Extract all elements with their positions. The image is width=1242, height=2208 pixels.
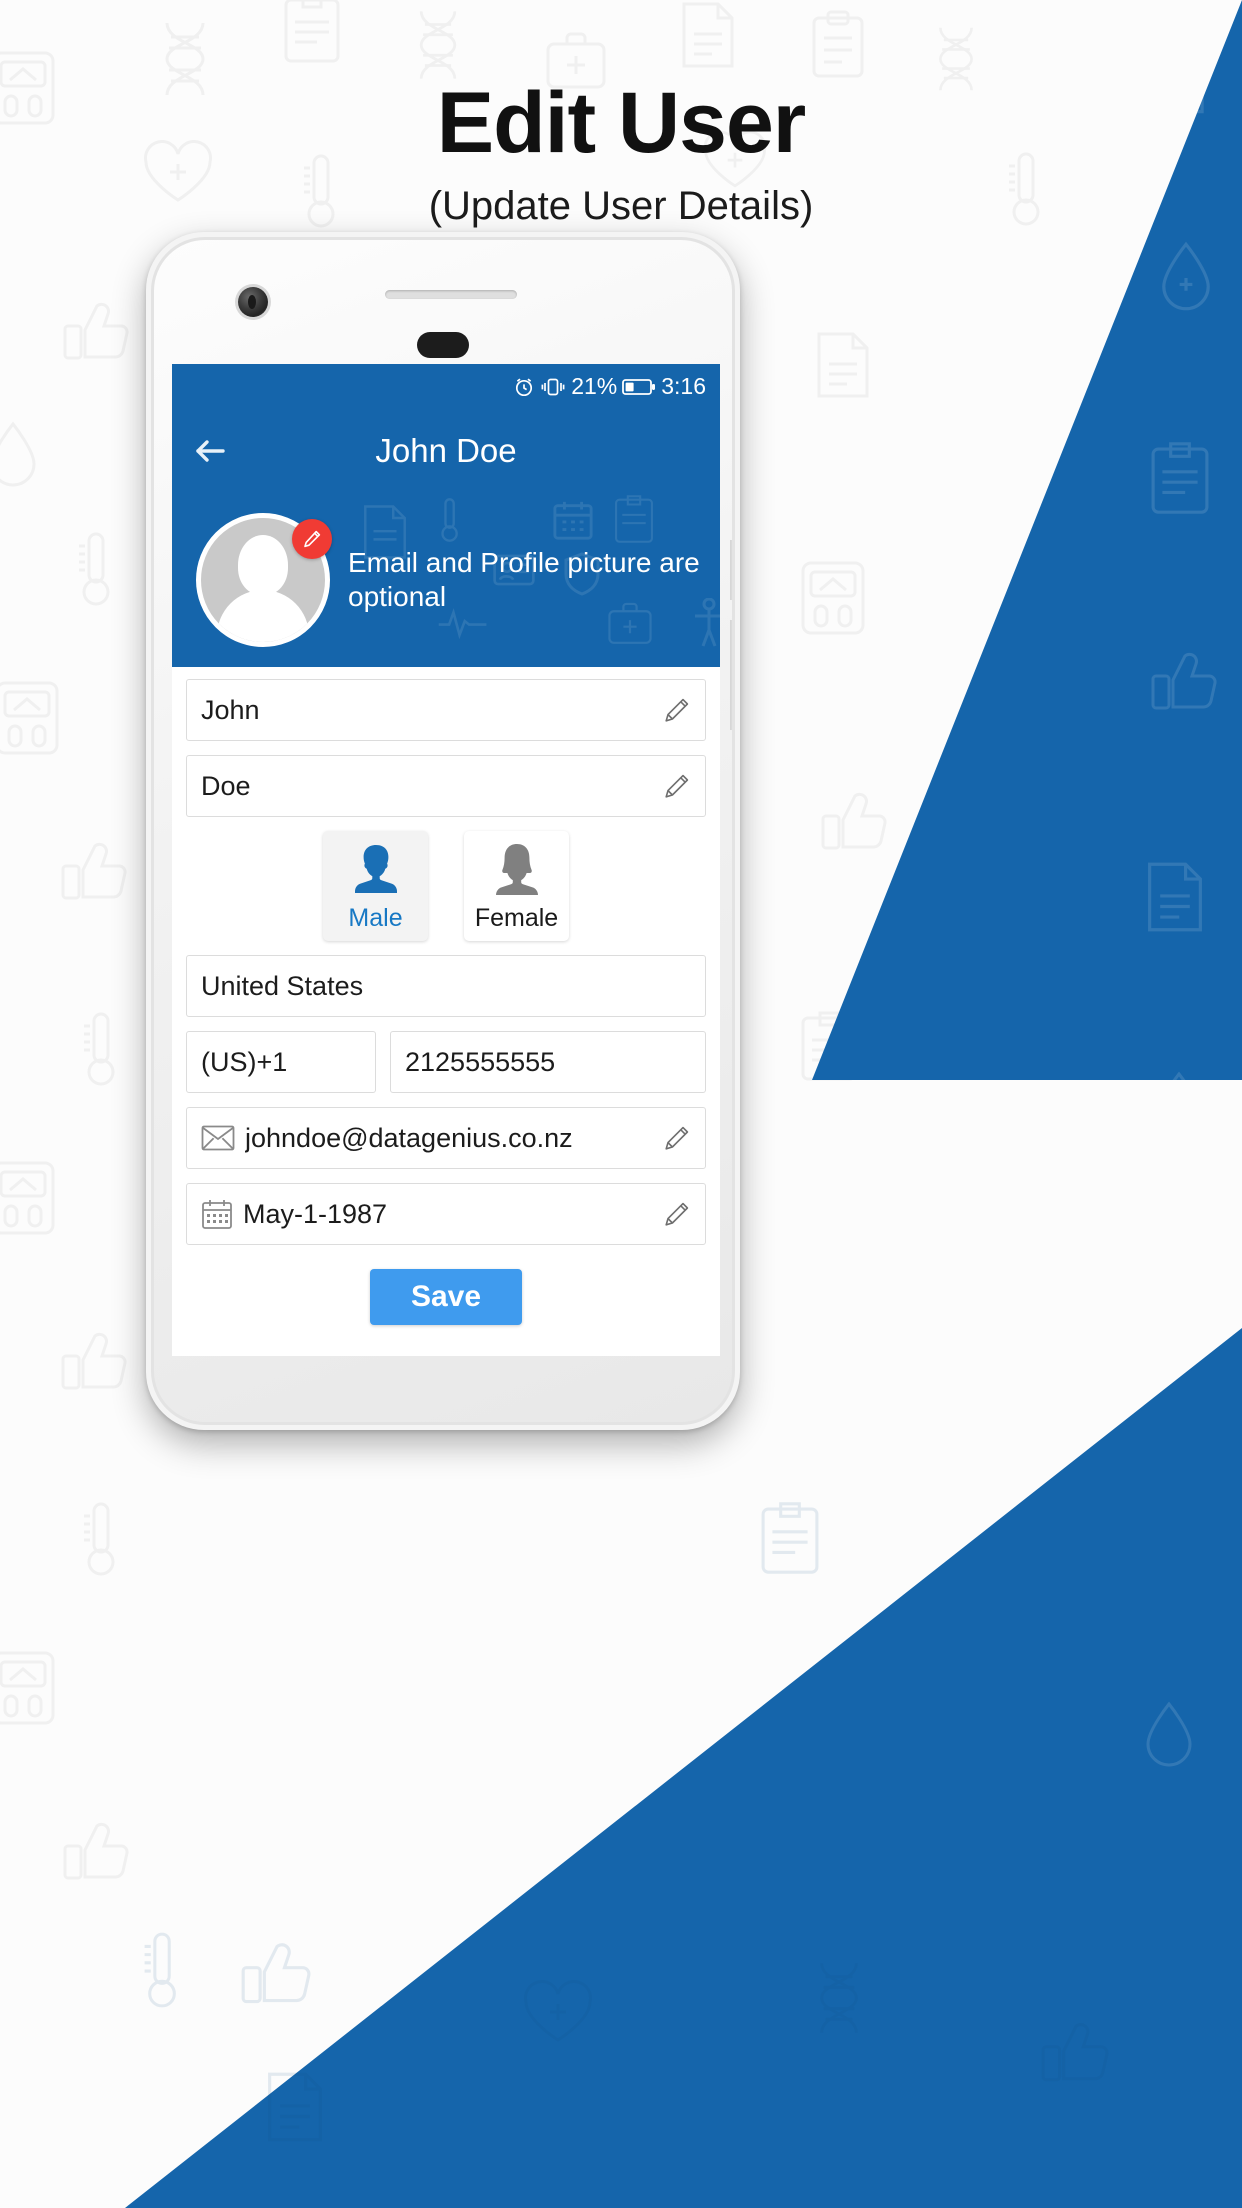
- battery-percent-label: 21%: [571, 373, 618, 399]
- female-avatar-icon: [489, 839, 545, 900]
- birthdate-pencil-icon[interactable]: [663, 1200, 691, 1228]
- hero-note-label: Email and Profile picture are optional: [348, 547, 700, 612]
- front-camera-icon: [238, 287, 268, 317]
- gender-option-male-label: Male: [348, 904, 403, 932]
- thumbs-up-icon: [60, 1330, 128, 1392]
- gender-option-female-label: Female: [474, 904, 559, 932]
- avatar-head-shape: [238, 535, 288, 595]
- country-value: United States: [201, 970, 364, 1001]
- weight-scale-icon: [0, 680, 60, 756]
- thermometer-icon: [75, 530, 115, 608]
- volume-button[interactable]: [730, 540, 732, 600]
- thermometer-icon: [80, 1010, 120, 1088]
- first-name-value: John: [201, 694, 260, 725]
- country-code-field[interactable]: (US)+1: [186, 1031, 376, 1093]
- birthdate-field[interactable]: May-1-1987: [186, 1183, 706, 1245]
- dna-icon: [410, 8, 466, 82]
- earpiece-speaker: [385, 290, 517, 299]
- weight-scale-icon: [0, 1160, 56, 1236]
- app-bar-title: John Doe: [375, 432, 517, 469]
- medical-document-icon: [680, 0, 736, 70]
- status-bar: 21% 3:16: [172, 364, 720, 409]
- last-name-field[interactable]: Doe: [186, 755, 706, 817]
- sensor-housing: [417, 332, 469, 358]
- weight-scale-icon: [800, 560, 866, 636]
- gender-option-female[interactable]: Female: [464, 831, 569, 941]
- avatar-body-shape: [217, 590, 309, 642]
- page-title: Edit User: [436, 75, 807, 171]
- country-field[interactable]: United States: [186, 955, 706, 1017]
- phone-fields-row: (US)+1 2125555555: [186, 1031, 706, 1093]
- thumbs-up-icon: [62, 300, 130, 362]
- weight-scale-icon: [0, 1650, 56, 1726]
- medical-document-icon: [815, 330, 871, 400]
- clipboard-icon: [810, 10, 866, 80]
- medical-report-icon: [760, 1500, 820, 1576]
- envelope-icon: [201, 1124, 235, 1152]
- water-drop-icon: [1150, 1070, 1208, 1140]
- edit-user-form: John Doe Male Female United States (US)+…: [172, 667, 720, 1325]
- email-field[interactable]: johndoe@datagenius.co.nz: [186, 1107, 706, 1169]
- last-name-value: Doe: [201, 770, 251, 801]
- thermometer-icon: [140, 1930, 182, 2010]
- phone-number-field[interactable]: 2125555555: [390, 1031, 706, 1093]
- calendar-icon: [552, 499, 594, 541]
- gender-option-male[interactable]: Male: [323, 831, 428, 941]
- country-code-value: (US)+1: [201, 1046, 288, 1077]
- save-button[interactable]: Save: [370, 1269, 522, 1325]
- diagonal-accent-bottom: [0, 1328, 1242, 2208]
- phone-body: 21% 3:16 John Doe Email and Profile pict…: [151, 237, 735, 1425]
- thumbs-up-icon: [62, 1820, 130, 1882]
- thumbs-up-icon: [240, 1940, 312, 2006]
- thumbs-up-icon: [1140, 1290, 1208, 1352]
- vibrate-icon: [540, 376, 566, 398]
- phone-mockup: 21% 3:16 John Doe Email and Profile pict…: [146, 232, 740, 1430]
- poster-header: Edit User (Update User Details): [0, 78, 1242, 229]
- power-button[interactable]: [730, 620, 732, 730]
- first-name-field[interactable]: John: [186, 679, 706, 741]
- medical-report-icon: [283, 0, 341, 64]
- phone-number-value: 2125555555: [405, 1046, 556, 1077]
- poster-canvas: Edit User (Update User Details) 21% 3:16…: [0, 0, 1242, 2208]
- phone-screen: 21% 3:16 John Doe Email and Profile pict…: [172, 364, 720, 1356]
- medical-report-icon: [614, 493, 654, 545]
- male-avatar-icon: [348, 839, 404, 900]
- email-pencil-icon[interactable]: [663, 1124, 691, 1152]
- avatar-edit-badge-pencil-icon[interactable]: [292, 519, 332, 559]
- thermometer-icon: [437, 497, 461, 543]
- save-button-row: Save: [186, 1259, 706, 1325]
- avatar[interactable]: [196, 513, 332, 647]
- back-arrow-icon[interactable]: [172, 436, 248, 466]
- profile-hero: Email and Profile picture are optional: [172, 493, 720, 667]
- app-bar: John Doe: [172, 409, 720, 493]
- first-name-pencil-icon[interactable]: [663, 696, 691, 724]
- thumbs-up-icon: [60, 840, 128, 902]
- thermometer-icon: [80, 1500, 120, 1578]
- gender-selector: Male Female: [186, 831, 706, 941]
- email-value: johndoe@datagenius.co.nz: [245, 1122, 573, 1153]
- page-subtitle: (Update User Details): [428, 184, 814, 229]
- clock-label: 3:16: [661, 373, 706, 399]
- calendar-icon: [201, 1198, 233, 1230]
- last-name-pencil-icon[interactable]: [663, 772, 691, 800]
- water-drop-icon: [0, 420, 42, 490]
- birthdate-value: May-1-1987: [243, 1198, 388, 1229]
- thumbs-up-icon: [820, 790, 888, 852]
- battery-icon: [622, 377, 656, 397]
- alarm-clock-icon: [513, 376, 535, 398]
